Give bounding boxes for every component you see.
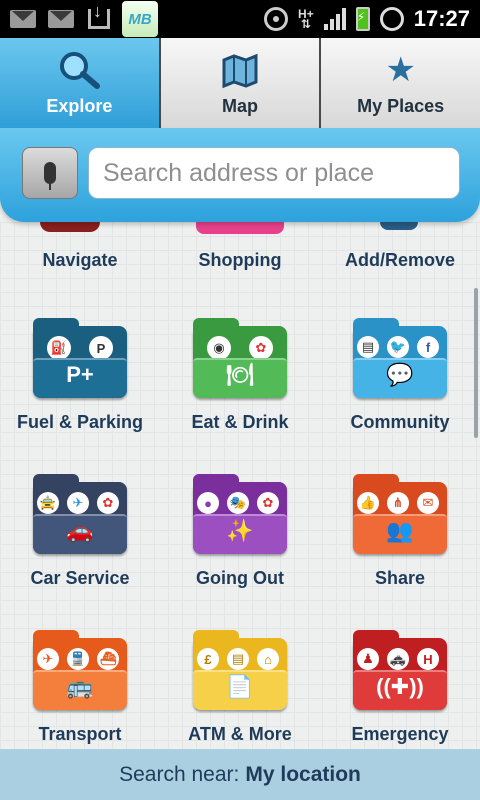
folder-icon <box>380 222 418 230</box>
category-label: Shopping <box>198 250 282 270</box>
car-service-icon: 🚖 ✈ ✿ 🚗 <box>33 474 127 554</box>
category-eat-drink[interactable]: ◉ ✿ 🍽 Eat & Drink <box>160 286 320 442</box>
search-near-prefix: Search near: <box>119 762 240 786</box>
app-icon: MB <box>122 1 158 37</box>
map-icon <box>220 50 260 90</box>
tab-label: My Places <box>357 95 445 116</box>
category-going-out[interactable]: ● 🎭 ✿ ✨ Going Out <box>160 442 320 598</box>
download-icon <box>84 1 114 30</box>
search-panel <box>0 128 480 222</box>
microphone-icon <box>44 162 56 190</box>
category-label: Transport <box>38 724 122 744</box>
gmail-icon <box>46 8 76 30</box>
share-icon: 👍 ⋔ ✉ 👥 <box>353 474 447 554</box>
battery-icon <box>355 7 370 31</box>
category-label: Emergency <box>351 724 449 744</box>
star-icon: ★ <box>385 50 416 89</box>
category-label: Community <box>350 412 450 432</box>
tab-label: Map <box>222 95 258 116</box>
category-label: Fuel & Parking <box>16 412 144 432</box>
transport-icon: ✈ 🚆 ⛴ 🚌 <box>33 630 127 710</box>
tab-bar: Explore Map ★ My Places <box>0 38 480 128</box>
tab-label: Explore <box>46 95 113 116</box>
network-icon: H+ ⇅ <box>298 7 314 31</box>
category-label: Share <box>374 568 426 588</box>
community-icon: ▤ 🐦 f 💬 <box>353 318 447 398</box>
going-out-icon: ● 🎭 ✿ ✨ <box>193 474 287 554</box>
category-emergency[interactable]: ♟ 🚓 H ((✚)) Emergency <box>320 598 480 749</box>
eat-drink-icon: ◉ ✿ 🍽 <box>193 318 287 398</box>
signal-icon <box>323 8 346 30</box>
tab-map[interactable]: Map <box>160 38 322 128</box>
category-label: ATM & More <box>188 724 292 744</box>
category-label: Going Out <box>196 568 284 588</box>
category-label: Car Service <box>30 568 130 588</box>
gps-icon <box>264 7 289 31</box>
category-label: Navigate <box>42 250 118 270</box>
search-near-bar[interactable]: Search near: My location <box>0 749 480 800</box>
folder-icon <box>40 222 100 232</box>
alarm-icon <box>379 7 404 31</box>
category-share[interactable]: 👍 ⋔ ✉ 👥 Share <box>320 442 480 598</box>
category-fuel-parking[interactable]: ⛽ P P+ Fuel & Parking <box>0 286 160 442</box>
tab-my-places[interactable]: ★ My Places <box>321 38 480 128</box>
category-atm-more[interactable]: £ ▤ ⌂ 📄 ATM & More <box>160 598 320 749</box>
category-label: Eat & Drink <box>191 412 289 432</box>
category-label: Add/Remove <box>344 250 456 270</box>
clock: 17:27 <box>413 6 470 31</box>
scrollbar[interactable] <box>474 288 478 438</box>
fuel-parking-icon: ⛽ P P+ <box>33 318 127 398</box>
category-car-service[interactable]: 🚖 ✈ ✿ 🚗 Car Service <box>0 442 160 598</box>
gmail-icon <box>8 8 38 30</box>
category-grid: Navigate Shopping Add/Remove ⛽ P P+ Fuel… <box>0 222 480 749</box>
emergency-icon: ♟ 🚓 H ((✚)) <box>353 630 447 710</box>
category-community[interactable]: ▤ 🐦 f 💬 Community <box>320 286 480 442</box>
category-transport[interactable]: ✈ 🚆 ⛴ 🚌 Transport <box>0 598 160 749</box>
tab-explore[interactable]: Explore <box>0 38 161 128</box>
folder-icon <box>196 222 284 234</box>
magnifier-icon <box>57 50 101 90</box>
search-input[interactable] <box>88 147 460 199</box>
voice-search-button[interactable] <box>22 147 78 199</box>
status-bar: MB H+⇅ 17:27 <box>0 0 480 38</box>
atm-more-icon: £ ▤ ⌂ 📄 <box>193 630 287 710</box>
search-near-location[interactable]: My location <box>245 763 361 787</box>
